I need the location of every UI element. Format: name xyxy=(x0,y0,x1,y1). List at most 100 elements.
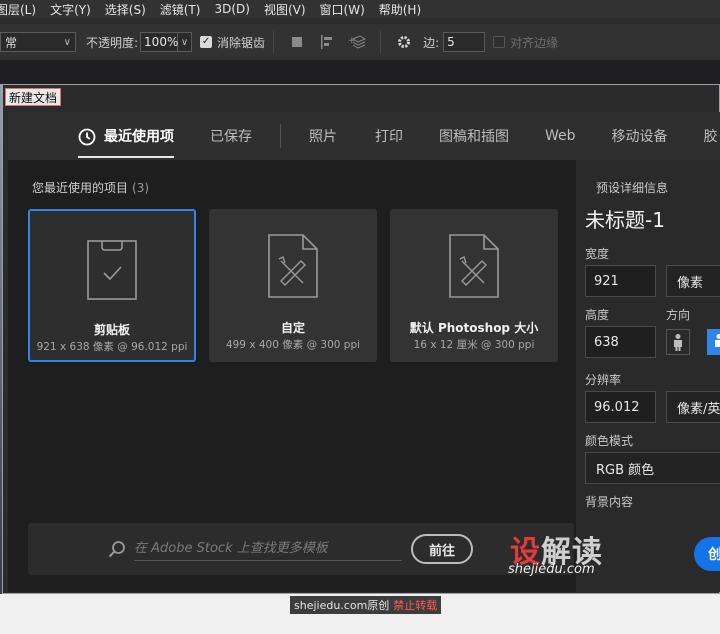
tab-label: 移动设备 xyxy=(611,129,668,145)
height-value: 638 xyxy=(594,334,619,350)
preset-name: 默认 Photoshop 大小 xyxy=(409,321,539,335)
chevron-down-icon: ∨ xyxy=(180,36,189,48)
menu-type[interactable]: 文字(Y) xyxy=(50,1,91,18)
tab-print[interactable]: 打印 xyxy=(375,126,403,146)
resolution-input[interactable]: 96.012 xyxy=(585,391,656,423)
align-edges-checkbox[interactable] xyxy=(493,36,506,48)
menu-filter[interactable]: 滤镜(T) xyxy=(160,1,201,18)
search-icon xyxy=(108,541,125,558)
toolbar-separator xyxy=(380,31,382,53)
tab-label: 已保存 xyxy=(210,129,252,145)
height-label: 高度 xyxy=(585,308,610,322)
resolution-unit: 像素/英 xyxy=(677,401,720,417)
menu-bar: 图层(L) 文字(Y) 选择(S) 滤镜(T) 3D(D) 视图(V) 窗口(W… xyxy=(0,0,720,18)
recent-heading-text: 您最近使用的项目 xyxy=(32,181,129,195)
menu-layer[interactable]: 图层(L) xyxy=(0,1,36,18)
height-input[interactable]: 638 xyxy=(585,326,656,358)
border-input[interactable]: 5 xyxy=(443,32,486,52)
width-input[interactable]: 921 xyxy=(585,265,656,297)
align-edges-label: 对齐边缘 xyxy=(510,35,559,50)
tab-label: 照片 xyxy=(309,129,337,145)
tab-label: 胶 xyxy=(703,129,718,145)
document-name[interactable]: 未标题-1 xyxy=(585,204,665,233)
border-label: 边: xyxy=(423,35,440,50)
footer: shejiedu.com原创 禁止转载 xyxy=(0,594,720,634)
preset-card-default-photoshop[interactable]: 默认 Photoshop 大小 16 x 12 厘米 @ 300 ppi xyxy=(390,209,558,362)
landscape-orientation-button[interactable] xyxy=(707,329,720,355)
tab-photo[interactable]: 照片 xyxy=(309,126,337,146)
opacity-value: 100% xyxy=(144,35,179,49)
copyright-note: shejiedu.com原创 禁止转载 xyxy=(290,596,442,614)
resolution-label: 分辨率 xyxy=(585,373,622,387)
arrange-stack-icon[interactable]: + xyxy=(348,33,367,51)
recent-count: (3) xyxy=(132,181,150,195)
menu-3d[interactable]: 3D(D) xyxy=(214,2,249,16)
square-icon[interactable] xyxy=(288,33,306,51)
mode-value: 常 xyxy=(5,35,18,50)
tab-label: 最近使用项 xyxy=(104,129,174,145)
new-document-dialog: 新建文档 最近使用项 已保存 照片 打印 图稿和插图 Web 移动设备 胶 您最… xyxy=(2,84,720,594)
preset-card-custom[interactable]: 自定 499 x 400 像素 @ 300 ppi xyxy=(209,209,377,362)
recent-pane: 您最近使用的项目 (3) 剪贴板 921 x 638 像素 @ 96.012 pp… xyxy=(8,160,576,592)
resolution-value: 96.012 xyxy=(594,399,640,415)
color-mode-select[interactable]: RGB 颜色 xyxy=(585,452,720,484)
resolution-unit-select[interactable]: 像素/英 xyxy=(666,391,720,423)
stock-search-input[interactable] xyxy=(134,537,402,561)
create-button[interactable]: 创 xyxy=(694,537,720,571)
tab-label: Web xyxy=(545,128,576,144)
stock-go-button[interactable]: 前往 xyxy=(411,534,473,564)
preset-card-clipboard[interactable]: 剪贴板 921 x 638 像素 @ 96.012 ppi xyxy=(28,209,196,362)
toolbar-separator xyxy=(273,31,275,53)
svg-text:+: + xyxy=(348,36,356,46)
gear-icon[interactable] xyxy=(395,33,413,51)
preset-meta: 921 x 638 像素 @ 96.012 ppi xyxy=(36,341,188,353)
border-value: 5 xyxy=(447,35,455,49)
align-left-icon[interactable] xyxy=(318,33,336,51)
copyright-warning: 禁止转载 xyxy=(393,599,438,612)
background-label: 背景内容 xyxy=(585,495,634,509)
opacity-input[interactable]: 100% xyxy=(140,32,178,52)
dialog-body: 最近使用项 已保存 照片 打印 图稿和插图 Web 移动设备 胶 您最近使用的项… xyxy=(8,112,720,592)
tab-film-video[interactable]: 胶 xyxy=(704,126,718,146)
preset-name: 剪贴板 xyxy=(93,323,130,337)
copyright-text: shejiedu.com原创 xyxy=(294,599,390,612)
checkmark-icon: ✓ xyxy=(201,36,211,47)
tab-saved[interactable]: 已保存 xyxy=(210,126,252,146)
menu-help[interactable]: 帮助(H) xyxy=(379,1,421,18)
document-ruler-icon xyxy=(449,234,499,298)
width-unit: 像素 xyxy=(677,275,704,291)
antialias-checkbox[interactable]: ✓ xyxy=(200,36,213,48)
watermark-domain: shejiedu.com xyxy=(508,562,595,577)
preset-tabs: 最近使用项 已保存 照片 打印 图稿和插图 Web 移动设备 胶 xyxy=(8,112,720,160)
tab-label: 图稿和插图 xyxy=(439,129,509,145)
tab-recent[interactable]: 最近使用项 xyxy=(78,126,174,158)
menu-window[interactable]: 窗口(W) xyxy=(320,1,365,18)
tab-art-illustration[interactable]: 图稿和插图 xyxy=(439,126,509,146)
width-value: 921 xyxy=(594,273,619,289)
width-unit-select[interactable]: 像素 xyxy=(666,265,720,297)
chevron-down-icon: ∨ xyxy=(63,36,71,48)
opacity-dropdown-button[interactable]: ∨ xyxy=(178,32,193,52)
clock-icon xyxy=(78,128,96,146)
antialias-label: 消除锯齿 xyxy=(217,35,266,50)
dialog-title: 新建文档 xyxy=(5,88,62,106)
tab-mobile[interactable]: 移动设备 xyxy=(612,126,668,146)
create-label: 创 xyxy=(708,547,720,563)
tab-web[interactable]: Web xyxy=(545,128,576,144)
menu-view[interactable]: 视图(V) xyxy=(264,1,306,18)
width-label: 宽度 xyxy=(585,247,610,261)
mode-select[interactable]: 常 ∨ xyxy=(0,32,76,52)
opacity-label: 不透明度: xyxy=(86,35,139,50)
menu-select[interactable]: 选择(S) xyxy=(105,1,146,18)
color-mode-label: 颜色模式 xyxy=(585,434,634,448)
preset-meta: 499 x 400 像素 @ 300 ppi xyxy=(225,339,361,351)
landscape-icon xyxy=(715,334,720,347)
tab-divider xyxy=(280,124,281,148)
color-mode-value: RGB 颜色 xyxy=(596,462,655,478)
portrait-icon xyxy=(674,334,682,351)
recent-heading: 您最近使用的项目 (3) xyxy=(32,179,149,196)
document-ruler-icon xyxy=(268,234,318,298)
adobe-stock-search-bar: 前往 xyxy=(28,523,574,575)
portrait-orientation-button[interactable] xyxy=(666,329,690,355)
clipboard-icon xyxy=(87,240,137,300)
